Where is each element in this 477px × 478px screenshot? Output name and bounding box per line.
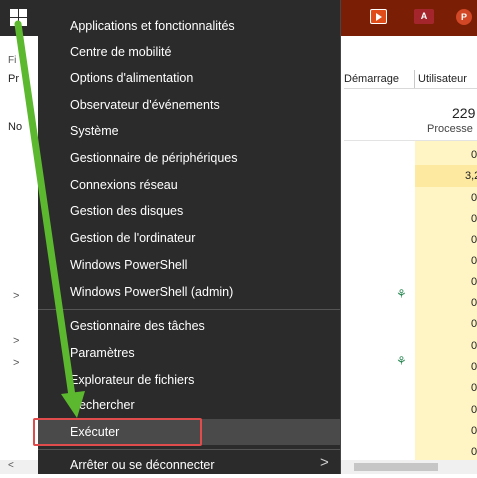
winx-context-menu: Applications et fonctionnalités Centre d…: [38, 0, 341, 474]
expand-chevron-icon[interactable]: >: [13, 290, 19, 302]
cpu-total-percent: 229: [452, 105, 476, 121]
table-row[interactable]: 0: [415, 208, 477, 230]
menu-divider: [38, 309, 340, 310]
menu-item-shutdown-signout[interactable]: Arrêter ou se déconnecter: [38, 452, 340, 478]
menu-item-computer-management[interactable]: Gestion de l'ordinateur: [38, 225, 340, 251]
cpu-cell: 0: [471, 446, 477, 458]
menu-divider: [38, 449, 340, 450]
menu-fragment[interactable]: Fi: [8, 55, 16, 66]
cpu-cell: 0: [471, 192, 477, 204]
cpu-column: 0 3,2 0 0 0 0 0 0 0 0 0 0 0 0 0: [415, 141, 477, 460]
powerpoint-icon[interactable]: P: [456, 9, 472, 25]
cpu-cell: 0: [471, 149, 477, 161]
table-row[interactable]: 0: [415, 250, 477, 272]
table-row[interactable]: 0: [415, 271, 477, 293]
cpu-cell: 0: [471, 425, 477, 437]
cpu-cell: 0: [471, 276, 477, 288]
windows-logo-icon: [10, 9, 27, 26]
scroll-left-icon[interactable]: <: [8, 460, 14, 471]
menu-item-network-connections[interactable]: Connexions réseau: [38, 172, 340, 198]
cpu-cell: 0: [471, 361, 477, 373]
cpu-cell: 0: [471, 382, 477, 394]
table-row[interactable]: 0: [415, 335, 477, 357]
menu-item-disk-management[interactable]: Gestion des disques: [38, 198, 340, 224]
menu-item-applications[interactable]: Applications et fonctionnalités: [38, 13, 340, 39]
table-row[interactable]: 0: [415, 313, 477, 335]
expand-chevron-icon[interactable]: >: [13, 357, 19, 369]
efficiency-leaf-icon: ⚘: [396, 287, 407, 301]
cpu-cell: 0: [471, 297, 477, 309]
cpu-column-header[interactable]: Processe: [427, 123, 473, 135]
table-row[interactable]: 0: [415, 399, 477, 421]
column-header-fragment[interactable]: No: [8, 121, 22, 133]
cpu-cell: 0: [471, 340, 477, 352]
efficiency-leaf-icon: ⚘: [396, 354, 407, 368]
menu-item-system[interactable]: Système: [38, 118, 340, 144]
menu-item-event-viewer[interactable]: Observateur d'événements: [38, 92, 340, 118]
table-row[interactable]: 0: [415, 229, 477, 251]
scrollbar-thumb[interactable]: [354, 463, 438, 471]
menu-item-power-options[interactable]: Options d'alimentation: [38, 65, 340, 91]
table-row[interactable]: 0: [415, 187, 477, 209]
table-row[interactable]: 0: [415, 356, 477, 378]
submenu-chevron-icon[interactable]: >: [320, 454, 329, 471]
table-row[interactable]: 0: [415, 377, 477, 399]
tab-utilisateur[interactable]: Utilisateur: [418, 73, 467, 85]
tab-separator: [414, 70, 415, 88]
menu-item-powershell[interactable]: Windows PowerShell: [38, 252, 340, 278]
tab-fragment[interactable]: Pr: [8, 73, 19, 85]
menu-item-powershell-admin[interactable]: Windows PowerShell (admin): [38, 279, 340, 305]
cpu-cell: 0: [471, 318, 477, 330]
tab-underline: [344, 88, 477, 89]
cpu-cell: 0: [471, 213, 477, 225]
video-editor-icon[interactable]: [370, 9, 387, 24]
cpu-cell: 0: [471, 404, 477, 416]
expand-chevron-icon[interactable]: >: [13, 335, 19, 347]
cpu-cell: 0: [471, 255, 477, 267]
menu-item-device-manager[interactable]: Gestionnaire de périphériques: [38, 145, 340, 171]
menu-item-mobility-center[interactable]: Centre de mobilité: [38, 39, 340, 65]
cpu-cell: 3,2: [465, 170, 477, 182]
table-row[interactable]: 0: [415, 144, 477, 166]
highlight-box: [33, 418, 202, 446]
menu-item-file-explorer[interactable]: Explorateur de fichiers: [38, 367, 340, 393]
tab-demarrage[interactable]: Démarrage: [344, 73, 399, 85]
table-row[interactable]: 0: [415, 420, 477, 442]
start-button[interactable]: [0, 0, 38, 36]
table-row[interactable]: 0: [415, 292, 477, 314]
menu-item-settings[interactable]: Paramètres: [38, 340, 340, 366]
cpu-cell: 0: [471, 234, 477, 246]
menu-item-search[interactable]: Rechercher: [38, 392, 340, 418]
access-icon[interactable]: A: [414, 9, 434, 24]
menu-item-task-manager[interactable]: Gestionnaire des tâches: [38, 313, 340, 339]
table-row[interactable]: 3,2: [415, 165, 477, 187]
